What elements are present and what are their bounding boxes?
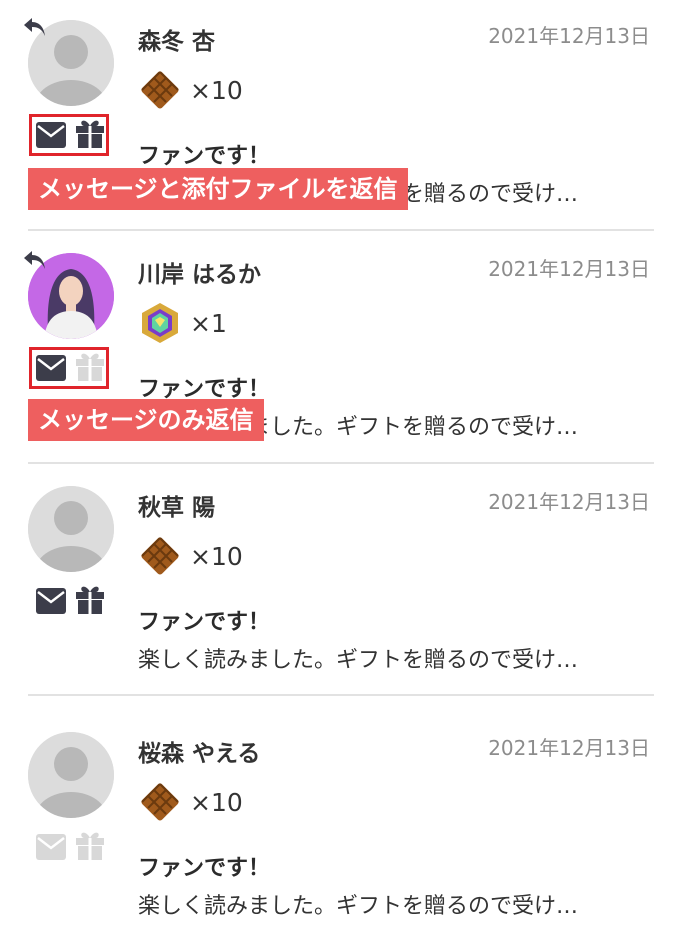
sender-name: 桜森 やえる xyxy=(138,741,261,767)
message-date: 2021年12月13日 xyxy=(488,490,650,514)
mail-icon[interactable] xyxy=(36,588,66,614)
waffle-gift-icon xyxy=(141,783,179,821)
gift-count: ×1 xyxy=(190,309,227,338)
message-preview: 楽しく読みました。ギフトを贈るので受け… xyxy=(138,894,579,919)
waffle-gift-icon xyxy=(141,537,179,575)
mail-icon[interactable] xyxy=(36,355,66,381)
reply-mode-label: メッセージと添付ファイルを返信 xyxy=(28,168,408,210)
message-preview: 楽しく読みました。ギフトを贈るので受け… xyxy=(138,648,579,673)
sender-name: 川岸 はるか xyxy=(138,262,262,288)
gift-icon[interactable] xyxy=(76,118,104,148)
reply-mode-label: メッセージのみ返信 xyxy=(28,399,264,441)
message-title: ファンです！ xyxy=(138,610,271,635)
message-date: 2021年12月13日 xyxy=(488,736,650,760)
gift-icon xyxy=(76,832,104,860)
gift-icon[interactable] xyxy=(76,584,104,614)
sender-name: 秋草 陽 xyxy=(138,495,216,521)
gift-count: ×10 xyxy=(190,788,243,817)
reply-icon xyxy=(24,18,45,36)
message-date: 2021年12月13日 xyxy=(488,257,650,281)
sender-name: 森冬 杏 xyxy=(138,29,216,55)
mail-icon xyxy=(36,834,66,860)
divider xyxy=(28,229,654,231)
gem-gift-icon xyxy=(142,303,178,343)
mail-icon[interactable] xyxy=(36,122,66,148)
waffle-gift-icon xyxy=(141,71,179,109)
reply-icon xyxy=(24,251,45,269)
message-list-item[interactable]: 桜森 やえる 2021年12月13日 ×10 ファンです！ 楽しく読みました。ギ… xyxy=(0,712,682,944)
gift-icon xyxy=(76,353,104,381)
divider xyxy=(28,694,654,696)
message-title: ファンです！ xyxy=(138,856,271,881)
gift-count: ×10 xyxy=(190,542,243,571)
avatar-default xyxy=(28,732,114,818)
message-list-item[interactable]: 川岸 はるか 2021年12月13日 ×1 ファンです！ 楽しく読みました。ギフ… xyxy=(0,233,682,465)
message-list-item[interactable]: 秋草 陽 2021年12月13日 ×10 ファンです！ 楽しく読みました。ギフト… xyxy=(0,466,682,698)
message-list-item[interactable]: 森冬 杏 2021年12月13日 ×10 ファンです！ 楽しく読みました。ギフト… xyxy=(0,0,682,232)
avatar-default xyxy=(28,486,114,572)
message-title: ファンです！ xyxy=(138,144,271,169)
divider xyxy=(28,462,654,464)
message-date: 2021年12月13日 xyxy=(488,24,650,48)
gift-count: ×10 xyxy=(190,76,243,105)
